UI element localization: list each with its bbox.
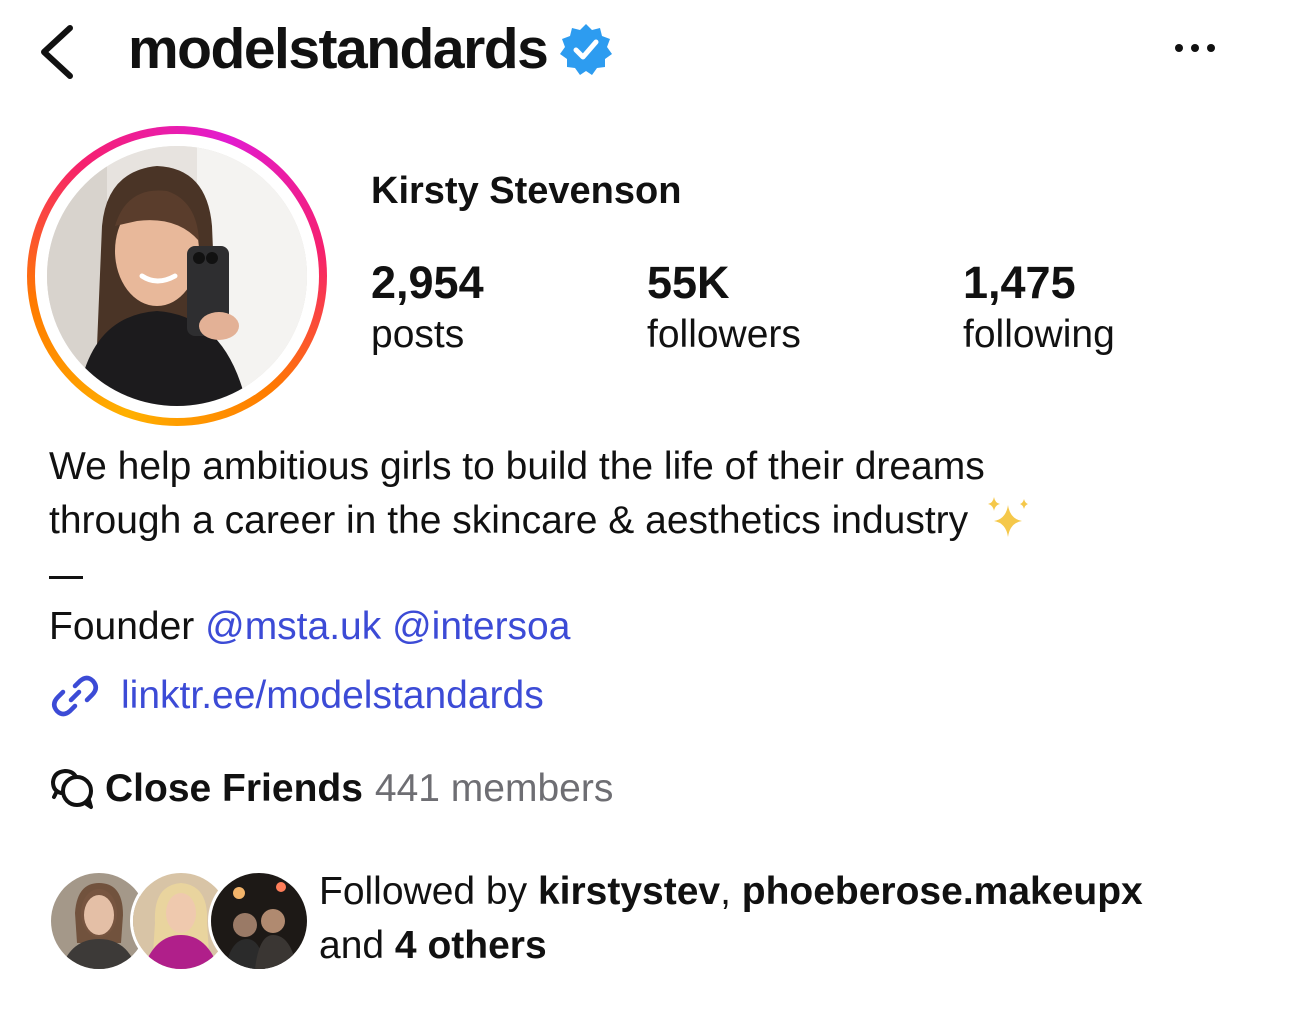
story-ring	[27, 126, 327, 426]
founder-prefix: Founder	[49, 605, 195, 648]
following-stat[interactable]: 1,475 following	[963, 256, 1115, 360]
chevron-left-icon	[41, 25, 73, 79]
verified-badge-icon	[560, 24, 613, 75]
mutual-avatar-3	[208, 870, 310, 972]
profile-username: modelstandards	[128, 17, 549, 81]
followers-count: 55K	[647, 257, 730, 308]
mutual-user-1: kirstystev	[537, 870, 721, 913]
ellipsis-icon	[1175, 44, 1183, 52]
bio-line-1: We help ambitious girls to build the lif…	[49, 445, 985, 488]
ellipsis-dot	[1191, 44, 1199, 52]
bio-founder-line: Founder @msta.uk @intersoa	[49, 600, 570, 654]
followers-label: followers	[647, 313, 801, 356]
back-button[interactable]	[30, 20, 90, 84]
mutual-followers-avatars[interactable]	[48, 870, 310, 972]
bio-line-2: through a career in the skincare & aesth…	[49, 494, 1249, 548]
followed-by-text[interactable]: Followed by kirstystev, phoeberose.makeu…	[319, 865, 1143, 973]
posts-stat[interactable]: 2,954 posts	[371, 256, 484, 360]
profile-bio: We help ambitious girls to build the lif…	[49, 440, 1249, 548]
bio-divider-dash	[49, 576, 83, 579]
close-friends-label: Close Friends	[105, 767, 363, 810]
profile-full-name: Kirsty Stevenson	[371, 170, 682, 212]
close-friends-row[interactable]: Close Friends 441 members	[49, 762, 613, 816]
profile-link[interactable]: linktr.ee/modelstandards	[49, 668, 544, 724]
profile-link-text: linktr.ee/modelstandards	[121, 674, 544, 717]
followed-by-prefix: Followed by	[319, 870, 528, 913]
bio-line-2-text: through a career in the skincare & aesth…	[49, 499, 969, 542]
profile-avatar[interactable]	[47, 146, 307, 406]
followers-stat[interactable]: 55K followers	[647, 256, 801, 360]
mention-intersoa[interactable]: @intersoa	[392, 605, 570, 648]
close-friends-count: 441 members	[374, 767, 614, 810]
posts-count: 2,954	[371, 257, 484, 308]
ellipsis-dot	[1207, 44, 1215, 52]
following-count: 1,475	[963, 257, 1076, 308]
mutual-user-2: phoeberose.makeupx	[741, 870, 1143, 913]
close-friends-icon	[51, 769, 93, 809]
followed-by-and: and	[319, 924, 385, 967]
link-icon	[52, 675, 98, 717]
followed-by-separator: ,	[720, 870, 742, 913]
posts-label: posts	[371, 313, 465, 356]
avatar-photo	[47, 146, 307, 406]
sparkles-icon	[988, 497, 1029, 537]
mutual-others: 4 others	[394, 924, 547, 967]
more-options-button[interactable]	[1160, 30, 1230, 66]
header-username-row: modelstandards	[128, 14, 613, 84]
following-label: following	[963, 313, 1115, 356]
mention-msta-uk[interactable]: @msta.uk	[205, 605, 381, 648]
